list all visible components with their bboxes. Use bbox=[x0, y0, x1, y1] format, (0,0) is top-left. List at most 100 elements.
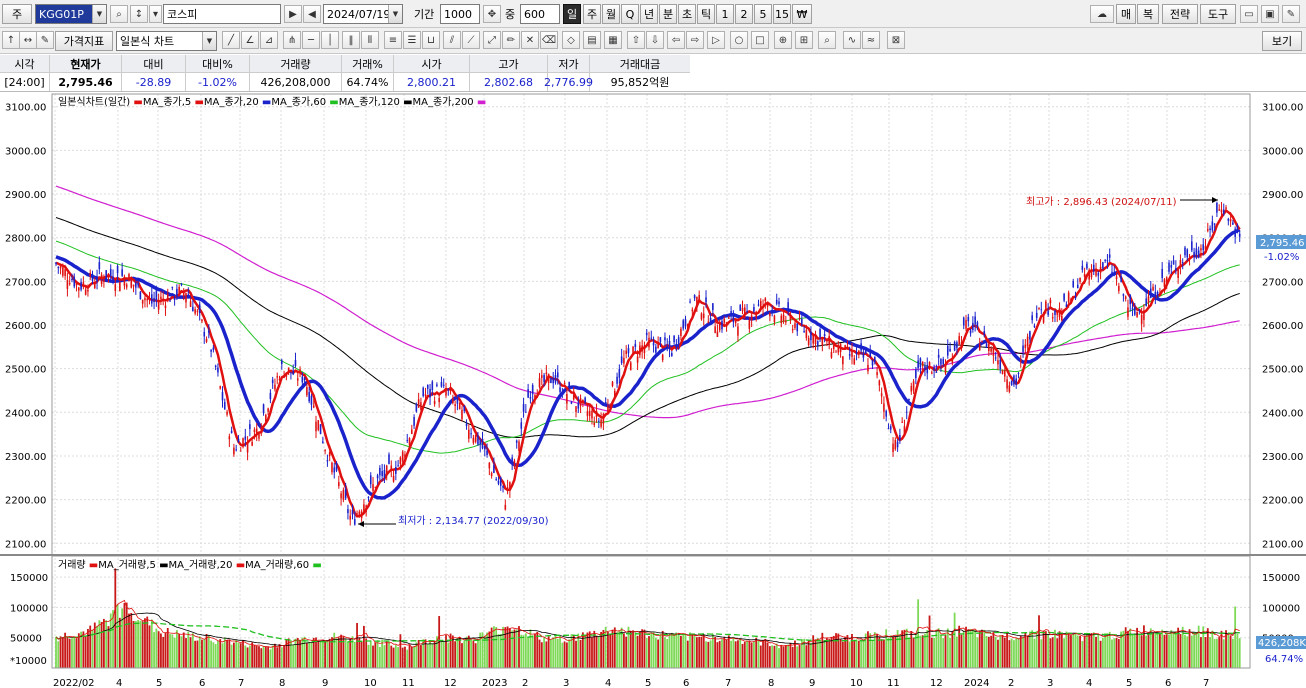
extend-icon[interactable]: ⤢ bbox=[483, 31, 501, 49]
interval-button-15[interactable]: 15 bbox=[773, 4, 791, 24]
arrow-left-icon[interactable]: ⇦ bbox=[667, 31, 685, 49]
candle-body bbox=[379, 467, 381, 476]
menu-dropdown-icon[interactable]: ▾ bbox=[149, 5, 162, 23]
candle-body bbox=[98, 262, 101, 270]
volume-bar bbox=[951, 631, 954, 668]
chart-type-select[interactable]: 일본식 차트 ▼ bbox=[116, 31, 217, 51]
note-icon[interactable]: ▤ bbox=[583, 31, 601, 49]
trade-button[interactable]: 매 bbox=[1116, 4, 1136, 24]
chart-type-dropdown-icon[interactable]: ▼ bbox=[202, 32, 216, 50]
market-type-button[interactable]: 주 bbox=[2, 4, 32, 24]
prev-arrow-icon[interactable]: ◀ bbox=[303, 5, 321, 23]
settings-icon[interactable]: ✎ bbox=[1282, 5, 1300, 23]
volume-bar bbox=[524, 633, 527, 668]
period-button-second[interactable]: 초 bbox=[678, 4, 696, 24]
interval-button-1[interactable]: 1 bbox=[716, 4, 734, 24]
price-chart[interactable]: 3100.00 3100.00 3000.00 3000.00 2900.00 2900.… bbox=[0, 92, 1306, 688]
date-input[interactable]: 2024/07/19 ▼ bbox=[323, 4, 403, 24]
ray-icon[interactable]: ⟋ bbox=[462, 31, 480, 49]
chart-background bbox=[0, 92, 1306, 688]
candle-body bbox=[896, 441, 899, 448]
eraser-icon[interactable]: ⌫ bbox=[540, 31, 558, 49]
candle-body bbox=[1195, 248, 1198, 258]
pattern-icon[interactable]: ≈ bbox=[862, 31, 880, 49]
magnifier-icon[interactable]: ⌕ bbox=[818, 31, 836, 49]
wave-icon[interactable]: ∿ bbox=[843, 31, 861, 49]
fan-icon[interactable]: ⊿ bbox=[260, 31, 278, 49]
volume-bar bbox=[166, 627, 169, 668]
volume-bar bbox=[607, 632, 609, 668]
period-button-quarter[interactable]: Q bbox=[621, 4, 639, 24]
marker-icon[interactable]: ◇ bbox=[562, 31, 580, 49]
vertical-lines-icon[interactable]: ‖ bbox=[342, 31, 360, 49]
zoom-in-icon[interactable]: ⊕ bbox=[774, 31, 792, 49]
stock-name-input[interactable]: 코스피 bbox=[163, 4, 281, 24]
arrow-down-icon[interactable]: ⇩ bbox=[646, 31, 664, 49]
fibonacci-icon[interactable]: ☰ bbox=[403, 31, 421, 49]
channel-icon[interactable]: ⊔ bbox=[422, 31, 440, 49]
horizontal-line-icon[interactable]: ─ bbox=[302, 31, 320, 49]
pitchfork-icon[interactable]: ⋔ bbox=[283, 31, 301, 49]
currency-button[interactable]: ₩ bbox=[792, 4, 812, 24]
folder-icon[interactable]: ▭ bbox=[1240, 5, 1258, 23]
quote-header-open: 시가 bbox=[394, 55, 470, 73]
tools-button[interactable]: 도구 bbox=[1200, 4, 1236, 24]
circle-icon[interactable]: ○ bbox=[730, 31, 748, 49]
period-button-week[interactable]: 주 bbox=[583, 4, 601, 24]
move-icon[interactable]: ✥ bbox=[483, 5, 501, 23]
multi-vertical-icon[interactable]: ⦀ bbox=[361, 31, 379, 49]
chart-edit-icon[interactable]: ▦ bbox=[604, 31, 622, 49]
candle-body bbox=[96, 276, 98, 282]
label-icon[interactable]: ▷ bbox=[707, 31, 725, 49]
period-button-minute[interactable]: 분 bbox=[659, 4, 677, 24]
volume-bar bbox=[258, 646, 260, 668]
up-arrow-icon[interactable]: ↑ bbox=[2, 31, 20, 49]
delete-icon[interactable]: ✕ bbox=[521, 31, 539, 49]
date-dropdown-icon[interactable]: ▼ bbox=[388, 5, 402, 23]
period-button-month[interactable]: 월 bbox=[602, 4, 620, 24]
volume-bar bbox=[933, 637, 935, 668]
arrow-up-icon[interactable]: ⇧ bbox=[627, 31, 645, 49]
candle-body bbox=[1143, 310, 1145, 320]
edit-icon[interactable]: ✎ bbox=[36, 31, 54, 49]
code-dropdown-icon[interactable]: ▼ bbox=[92, 5, 106, 23]
vertical-line-icon[interactable]: │ bbox=[321, 31, 339, 49]
rectangle-icon[interactable]: □ bbox=[751, 31, 769, 49]
candle-body bbox=[650, 337, 653, 339]
cloud-icon[interactable]: ☁ bbox=[1090, 5, 1114, 23]
grid-icon[interactable]: ≡ bbox=[384, 31, 402, 49]
parallel-icon[interactable]: ⫽ bbox=[443, 31, 461, 49]
interval-button-5[interactable]: 5 bbox=[754, 4, 772, 24]
candle-body bbox=[290, 372, 292, 374]
clear-icon[interactable]: ⊠ bbox=[887, 31, 905, 49]
period-button-year[interactable]: 년 bbox=[640, 4, 658, 24]
period-button-tick[interactable]: 틱 bbox=[697, 4, 715, 24]
pencil-icon[interactable]: ✏ bbox=[502, 31, 520, 49]
view-button[interactable]: 보기 bbox=[1262, 31, 1302, 51]
search-icon[interactable]: ⌕ bbox=[110, 5, 128, 23]
save-icon[interactable]: ▣ bbox=[1261, 5, 1279, 23]
volume-bar bbox=[670, 632, 673, 668]
candle-body bbox=[278, 379, 281, 381]
next-arrow-icon[interactable]: ▶ bbox=[284, 5, 302, 23]
sort-icon[interactable]: ↕ bbox=[130, 5, 148, 23]
expand-icon[interactable]: ↔ bbox=[19, 31, 37, 49]
interval-button-2[interactable]: 2 bbox=[735, 4, 753, 24]
zoom-input[interactable]: 600 bbox=[520, 4, 560, 24]
period-input[interactable]: 1000 bbox=[440, 4, 480, 24]
arrow-right-icon[interactable]: ⇨ bbox=[686, 31, 704, 49]
multi-button[interactable]: 복 bbox=[1137, 4, 1159, 24]
angle-icon[interactable]: ∠ bbox=[241, 31, 259, 49]
trendline-icon[interactable]: ╱ bbox=[222, 31, 240, 49]
strategy-button[interactable]: 전략 bbox=[1162, 4, 1198, 24]
volume-bar bbox=[235, 639, 238, 668]
volume-bar bbox=[326, 641, 329, 668]
zoom-region-icon[interactable]: ⊞ bbox=[795, 31, 813, 49]
candle-body bbox=[671, 353, 673, 357]
period-button-day[interactable]: 일 bbox=[563, 4, 581, 24]
volume-bar bbox=[180, 636, 183, 668]
indicator-button[interactable]: 가격지표 bbox=[55, 31, 113, 51]
code-input[interactable]: KGG01P ▼ bbox=[35, 4, 107, 24]
candle-body bbox=[940, 359, 942, 365]
candle-body bbox=[1124, 296, 1127, 299]
